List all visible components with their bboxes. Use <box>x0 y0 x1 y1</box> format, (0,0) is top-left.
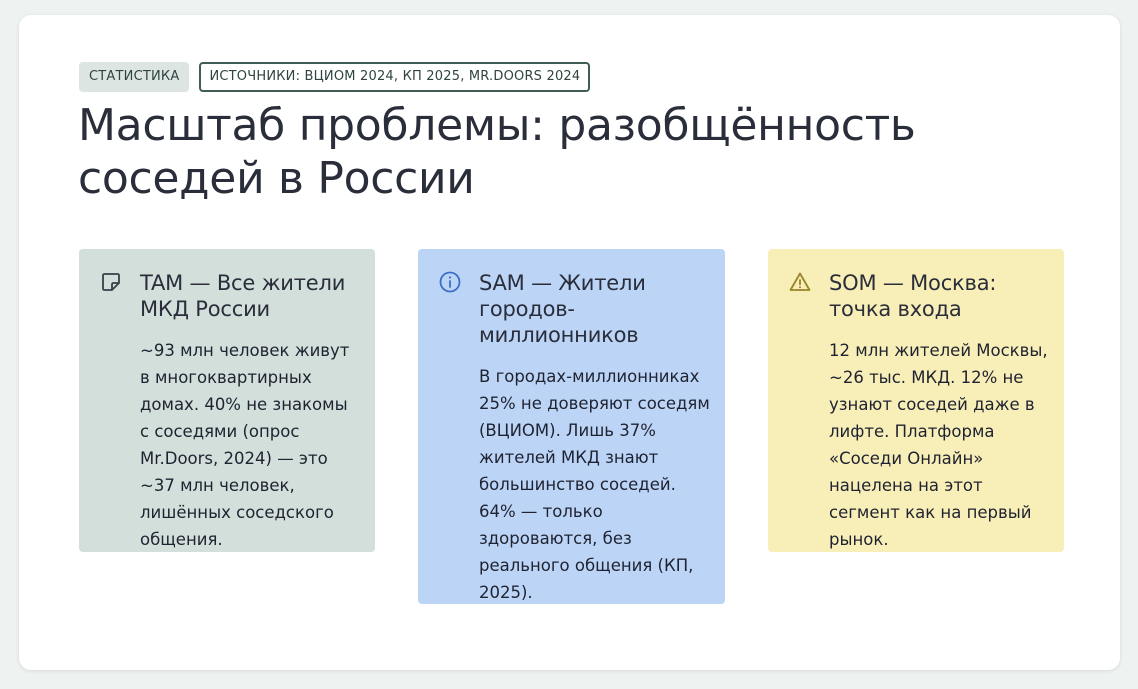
category-tag: СТАТИСТИКА <box>79 62 190 92</box>
page-title: Масштаб проблемы: разобщённость соседей … <box>78 100 916 204</box>
card-sam-body: В городах-миллионниках 25% не доверяют с… <box>479 367 710 602</box>
card-tam-body: ~93 млн человек живут в многоквартирных … <box>140 341 350 549</box>
card-tam: TAM — Все жители МКД России ~93 млн чело… <box>79 249 375 552</box>
card-sam-heading: SAM — Жители городов-миллионников <box>479 271 646 347</box>
card-sam: SAM — Жители городов-миллионников В горо… <box>418 249 725 604</box>
sources-tag: ИСТОЧНИКИ: ВЦИОМ 2024, КП 2025, MR.DOORS… <box>199 62 591 92</box>
card-som-body: 12 млн жителей Москвы, ~26 тыс. МКД. 12%… <box>829 341 1048 549</box>
tag-row: СТАТИСТИКА ИСТОЧНИКИ: ВЦИОМ 2024, КП 202… <box>79 62 591 92</box>
card-tam-heading: TAM — Все жители МКД России <box>140 271 346 321</box>
slide: СТАТИСТИКА ИСТОЧНИКИ: ВЦИОМ 2024, КП 202… <box>19 15 1120 670</box>
warning-icon <box>788 270 812 294</box>
card-som-heading: SOM — Москва: точка входа <box>829 271 997 321</box>
card-som: SOM — Москва: точка входа 12 млн жителей… <box>768 249 1064 552</box>
info-icon <box>438 270 462 294</box>
note-icon <box>99 270 123 294</box>
